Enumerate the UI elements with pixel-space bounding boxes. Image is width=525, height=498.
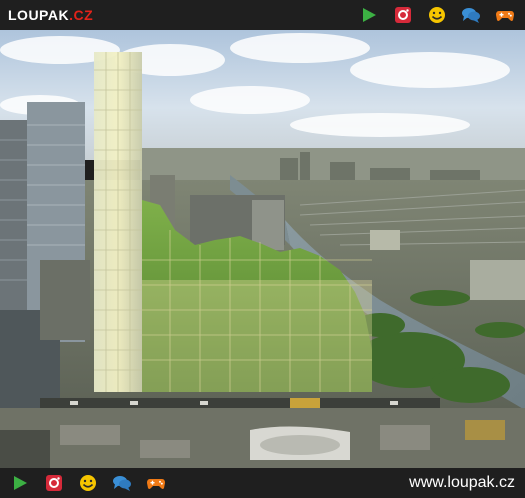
play-icon[interactable] — [359, 6, 379, 24]
top-bar: LOUPAK.CZ — [0, 0, 525, 30]
gamepad-icon[interactable] — [495, 6, 515, 24]
site-logo[interactable]: LOUPAK.CZ — [8, 6, 93, 24]
instagram-icon[interactable] — [393, 6, 413, 24]
instagram-icon[interactable] — [44, 474, 64, 492]
logo-text: LOUPAK — [8, 7, 70, 23]
top-icon-bar — [359, 6, 515, 24]
chat-icon[interactable] — [461, 6, 481, 24]
gamepad-icon[interactable] — [146, 474, 166, 492]
play-icon[interactable] — [10, 474, 30, 492]
city-skyline-image — [0, 30, 525, 468]
smiley-icon[interactable] — [427, 6, 447, 24]
logo-tld: CZ — [73, 7, 94, 23]
smiley-icon[interactable] — [78, 474, 98, 492]
architecture-photo — [0, 30, 525, 468]
bottom-bar: www.loupak.cz — [0, 468, 525, 498]
chat-icon[interactable] — [112, 474, 132, 492]
bottom-icon-bar — [10, 474, 166, 492]
site-url[interactable]: www.loupak.cz — [409, 474, 515, 492]
